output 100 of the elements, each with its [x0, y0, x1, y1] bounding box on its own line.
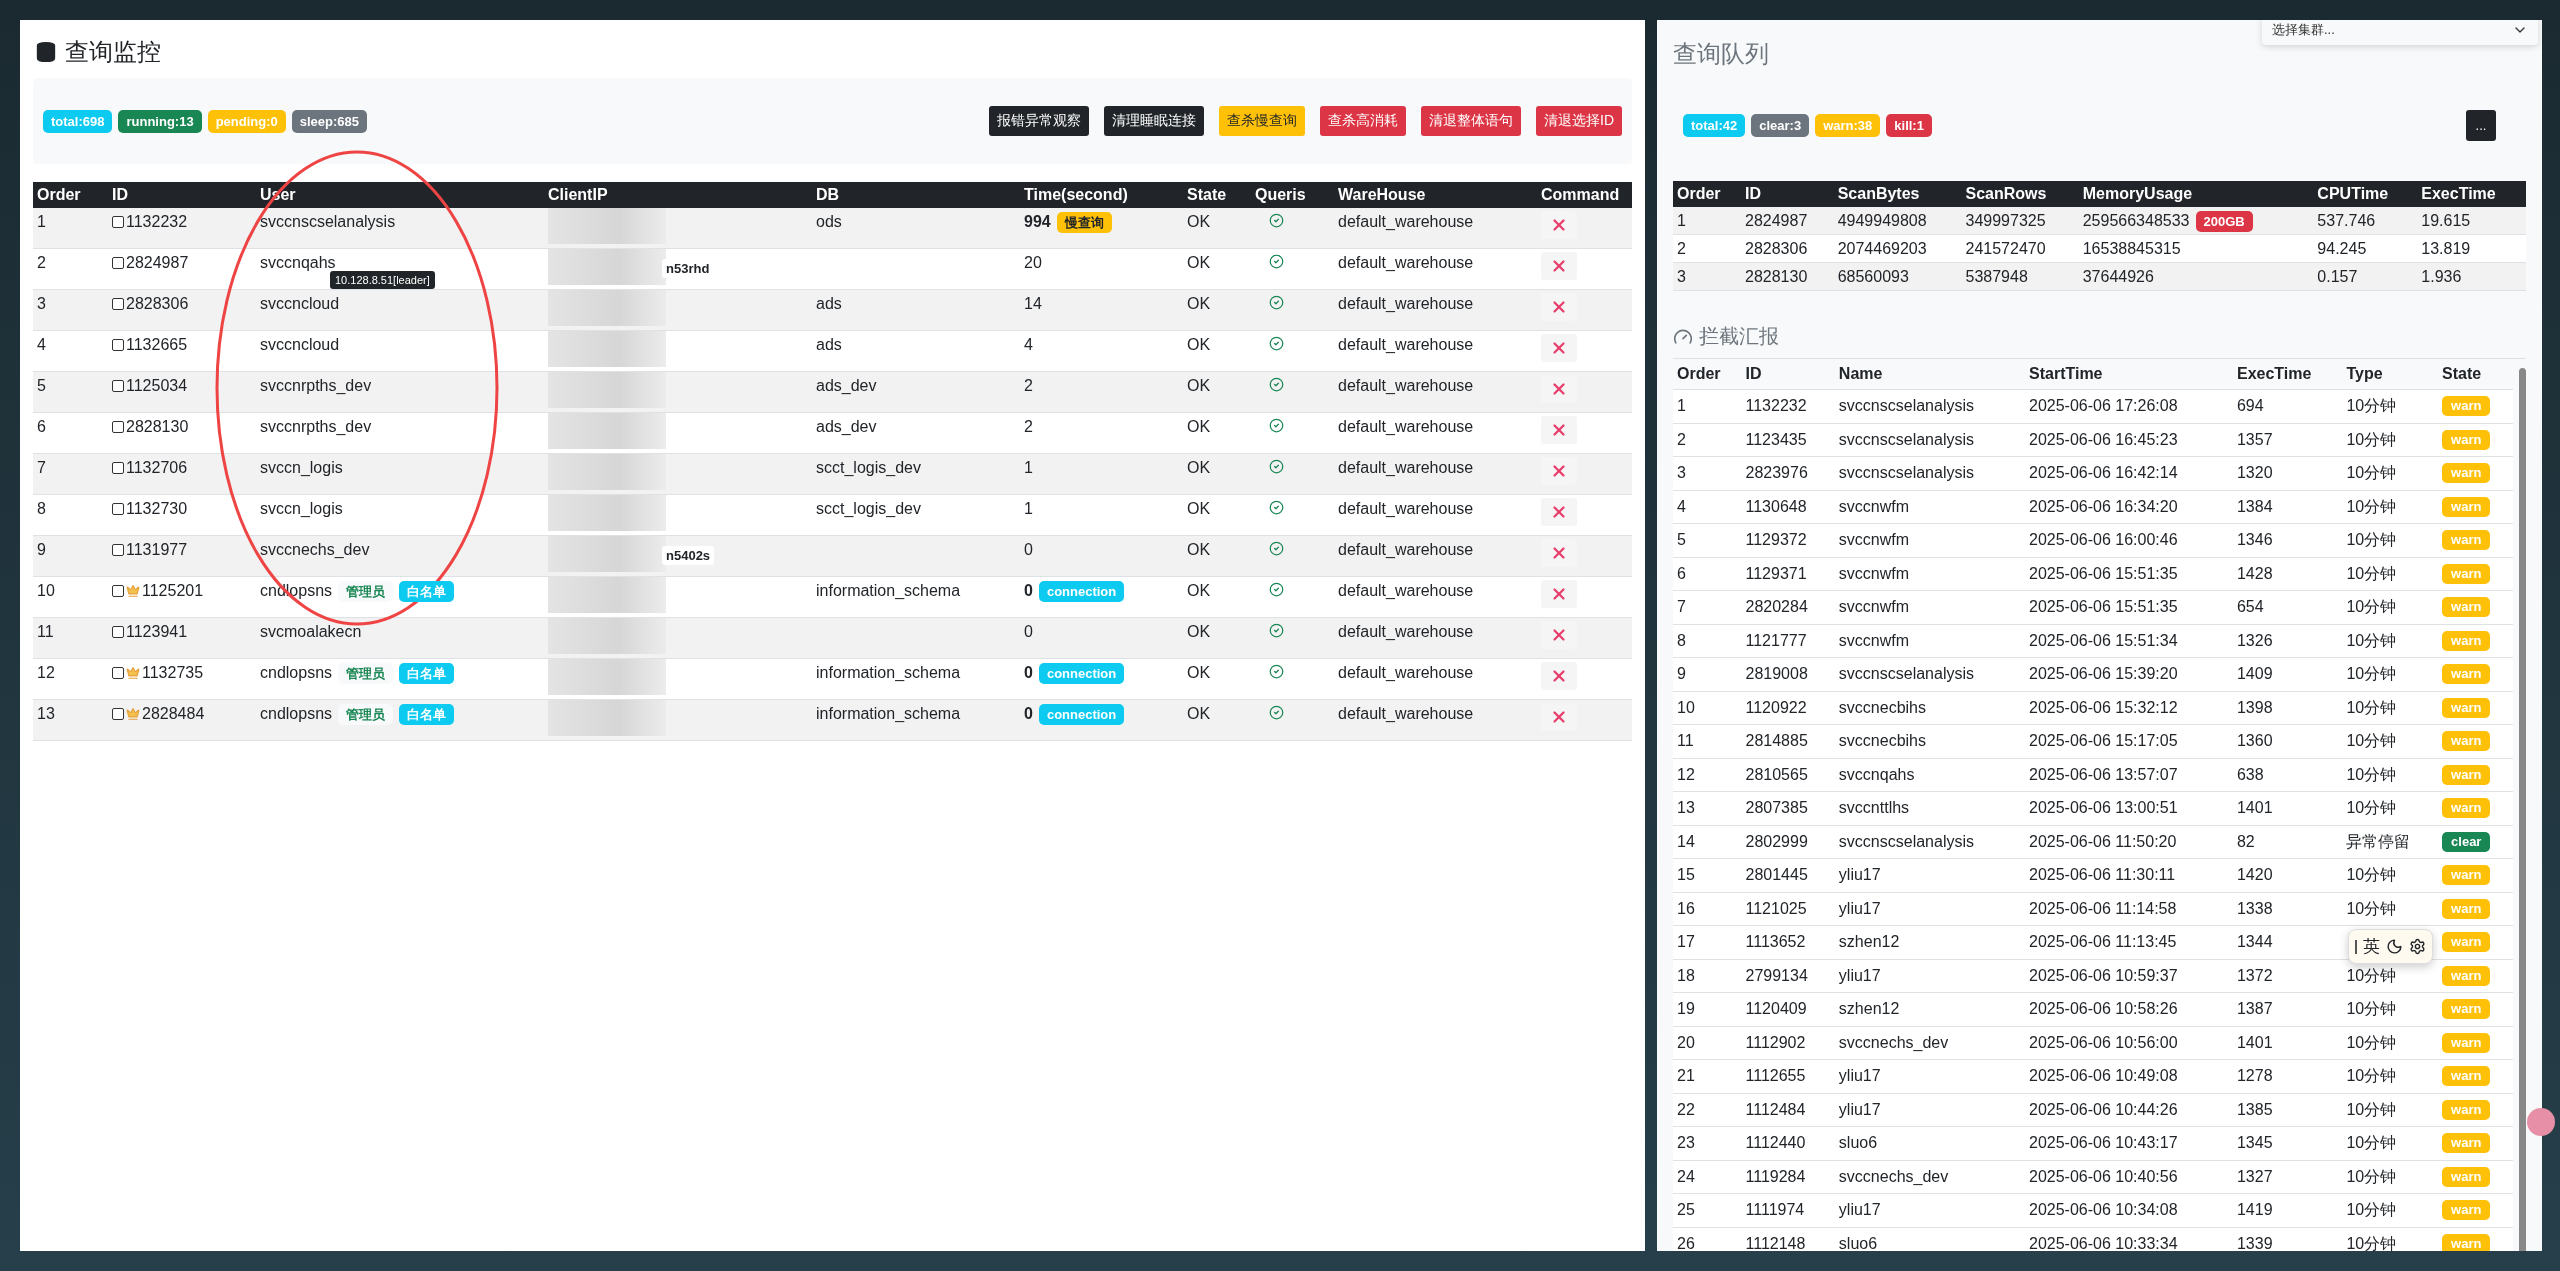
cluster-select[interactable]: 选择集群...: [2262, 20, 2538, 45]
scrollbar[interactable]: [2519, 368, 2526, 1251]
checkbox[interactable]: [112, 216, 124, 228]
table-cell: 1130648: [1745, 497, 1807, 515]
state-tag: warn: [2442, 731, 2491, 752]
table-cell: 2025-06-06 11:13:45: [2029, 933, 2177, 951]
ime-toolbar[interactable]: 英: [2348, 929, 2433, 964]
table-cell: OK: [1187, 213, 1211, 230]
x-icon: [1550, 503, 1568, 521]
table-cell: 1111974: [1745, 1201, 1805, 1219]
table-cell: 2814885: [1745, 732, 1808, 750]
table-cell: ads_dev: [816, 418, 877, 435]
table-cell: 994: [1024, 213, 1051, 230]
kill-button[interactable]: [1541, 334, 1577, 362]
database-icon: [35, 41, 57, 63]
translate-icon[interactable]: [2527, 1108, 2555, 1136]
table-cell: svccnwfm: [1838, 531, 1910, 549]
action-button[interactable]: 查杀慢查询: [1219, 106, 1305, 136]
kill-button[interactable]: [1541, 416, 1577, 444]
table-cell: 1428: [2236, 564, 2273, 582]
action-button[interactable]: 清退选择ID: [1536, 106, 1622, 136]
table-cell: OK: [1187, 705, 1211, 722]
checkbox[interactable]: [112, 421, 124, 433]
action-button[interactable]: 查杀高消耗: [1320, 106, 1406, 136]
table-cell: svccnqahs: [1838, 765, 1915, 783]
kill-button[interactable]: [1541, 252, 1577, 280]
kill-button[interactable]: [1541, 498, 1577, 526]
ime-mode-label[interactable]: 英: [2363, 935, 2380, 958]
table-cell: 8: [37, 500, 46, 517]
table-cell: 10: [37, 582, 55, 599]
checkbox[interactable]: [112, 380, 124, 392]
table-cell: szhen12: [1838, 933, 1900, 951]
table-cell: 2025-06-06 15:51:35: [2029, 564, 2178, 582]
check-circle-icon: [1269, 664, 1284, 679]
checkbox[interactable]: [112, 298, 124, 310]
table-cell: 9: [1677, 665, 1686, 683]
checkbox[interactable]: [112, 626, 124, 638]
x-icon: [1550, 298, 1568, 316]
settings-icon[interactable]: [2409, 938, 2426, 955]
checkbox[interactable]: [112, 503, 124, 515]
state-tag: warn: [2442, 932, 2491, 953]
table-cell: default_warehouse: [1338, 418, 1474, 435]
user-tag: 管理员: [338, 663, 394, 684]
checkbox[interactable]: [112, 544, 124, 556]
x-icon: [1550, 585, 1568, 603]
x-icon: [1550, 380, 1568, 398]
checkbox[interactable]: [112, 339, 124, 351]
checkbox[interactable]: [112, 708, 124, 720]
table-cell: 10分钟: [2346, 430, 2397, 448]
table-cell: 4: [37, 336, 46, 353]
table-cell: 10分钟: [2346, 866, 2397, 884]
more-button[interactable]: ...: [2466, 110, 2496, 141]
table-cell: 2799134: [1745, 966, 1808, 984]
column-header: State: [1183, 182, 1251, 208]
checkbox[interactable]: [112, 462, 124, 474]
column-header: ID: [108, 182, 256, 208]
action-button[interactable]: 报错异常观察: [989, 106, 1089, 136]
table-cell: 3: [37, 295, 46, 312]
state-tag: warn: [2442, 1099, 2491, 1120]
table-cell: 349997325: [1965, 211, 2046, 229]
table-cell: 1327: [2236, 1167, 2273, 1185]
table-cell: 1387: [2236, 1000, 2273, 1018]
column-header: Name: [1834, 359, 2025, 390]
action-button[interactable]: 清理睡眠连接: [1104, 106, 1204, 136]
table-cell: 1338: [2236, 899, 2273, 917]
table-cell: 638: [2236, 765, 2264, 783]
kill-button[interactable]: [1541, 662, 1577, 690]
table-cell: 1125201: [142, 582, 204, 600]
user-tag: 管理员: [338, 581, 394, 602]
table-cell: 0: [1024, 623, 1033, 640]
checkbox[interactable]: [112, 667, 124, 679]
checkbox[interactable]: [112, 257, 124, 269]
table-cell: 10分钟: [2346, 765, 2397, 783]
table-cell: OK: [1187, 418, 1211, 435]
state-tag: warn: [2442, 429, 2491, 450]
table-cell: 2025-06-06 10:34:08: [2029, 1201, 2178, 1219]
table-cell: 2823976: [1745, 464, 1808, 482]
table-cell: 10分钟: [2346, 531, 2397, 549]
table-cell: 1132706: [126, 459, 188, 477]
time-tag: connection: [1038, 581, 1125, 602]
stat-badge: warn:38: [1815, 114, 1881, 137]
check-circle-icon: [1269, 377, 1284, 392]
table-cell: svccnecbihs: [1838, 698, 1926, 716]
table-cell: ods: [816, 213, 842, 230]
table-cell: 2025-06-06 17:26:08: [2029, 397, 2178, 415]
table-cell: OK: [1187, 295, 1211, 312]
table-cell: 2025-06-06 11:50:20: [2029, 832, 2177, 850]
moon-icon[interactable]: [2386, 938, 2403, 955]
column-header: Order: [33, 182, 108, 208]
table-cell: 14: [1677, 832, 1695, 850]
table-cell: 2824987: [126, 254, 189, 272]
kill-button[interactable]: [1541, 580, 1577, 608]
table-cell: 1132232: [126, 213, 188, 231]
table-cell: 1.936: [2421, 267, 2462, 285]
table-cell: 37644926: [2082, 267, 2154, 285]
table-cell: 2025-06-06 15:17:05: [2029, 732, 2178, 750]
table-cell: 24: [1677, 1167, 1695, 1185]
action-button[interactable]: 清退整体语句: [1421, 106, 1521, 136]
checkbox[interactable]: [112, 585, 124, 597]
table-cell: 13: [1677, 799, 1695, 817]
